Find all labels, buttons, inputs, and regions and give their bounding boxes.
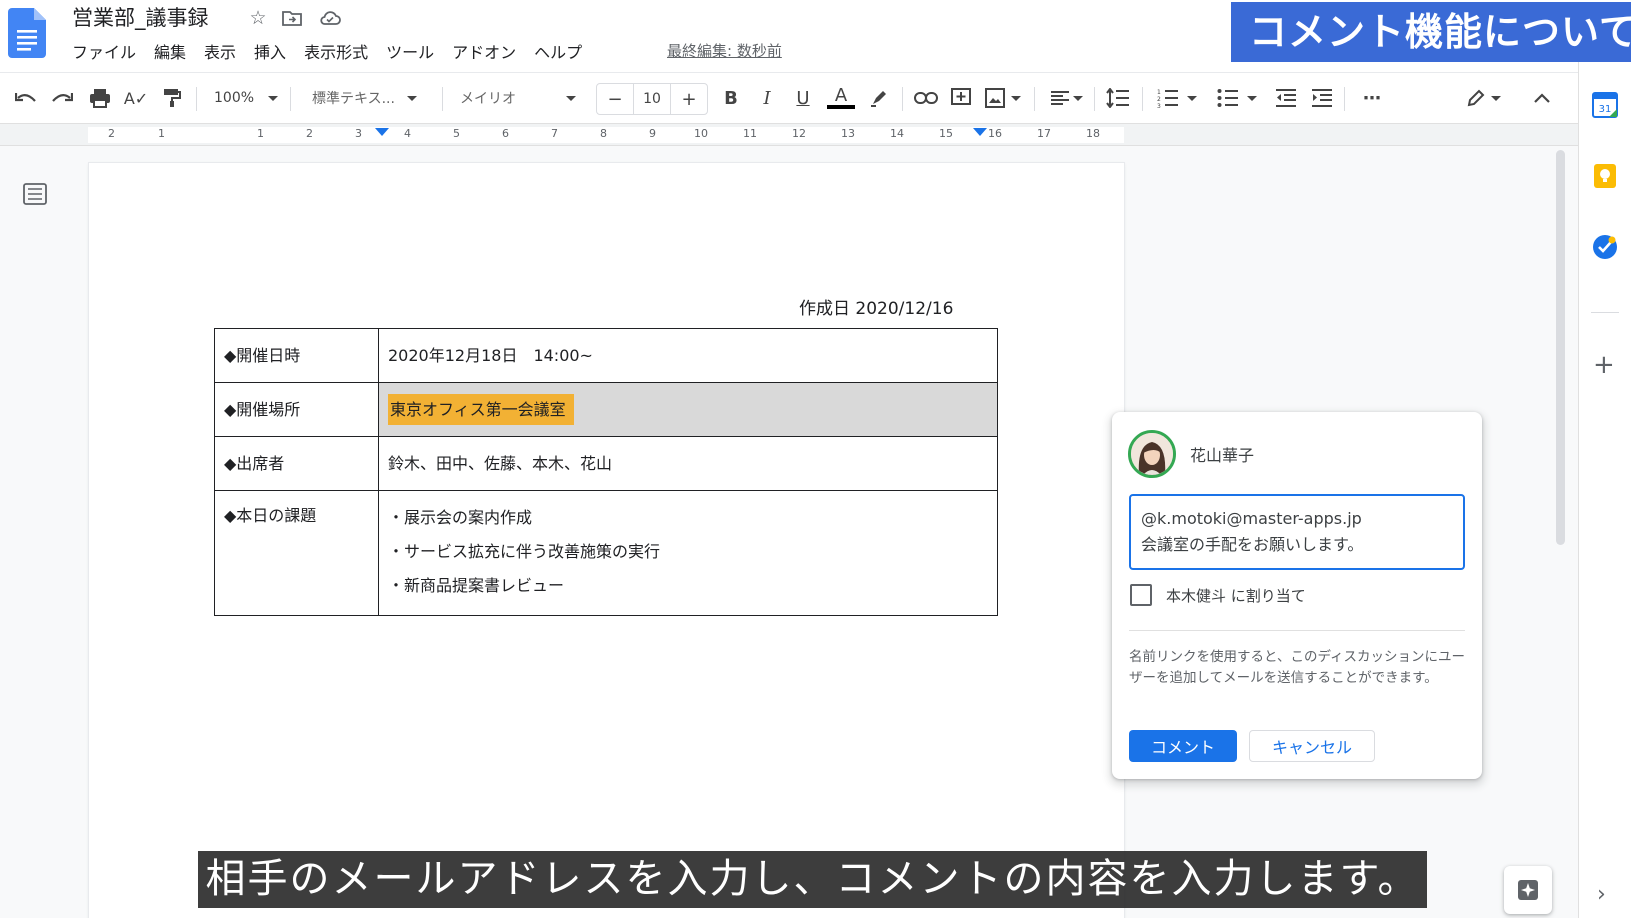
table-row: ◆出席者 鈴木、田中、佐藤、本木、花山 bbox=[214, 436, 998, 491]
font-size-input[interactable]: 10 bbox=[633, 84, 671, 114]
toolbar: A✓ 100% 標準テキス... メイリオ − 10 + B I U A 123 bbox=[0, 72, 1578, 124]
menu-tools[interactable]: ツール bbox=[377, 42, 443, 64]
ruler[interactable]: 2 1 1 2 3 4 5 6 7 8 9 10 11 12 13 14 15 … bbox=[0, 124, 1578, 146]
menu-format[interactable]: 表示形式 bbox=[295, 42, 377, 64]
move-folder-icon[interactable] bbox=[280, 6, 304, 30]
divider bbox=[1129, 630, 1465, 631]
comment-card: 花山華子 @k.motoki@master-apps.jp 会議室の手配をお願い… bbox=[1112, 412, 1482, 779]
menu-insert[interactable]: 挿入 bbox=[245, 42, 295, 64]
undo-icon[interactable] bbox=[12, 85, 40, 111]
vertical-scrollbar[interactable] bbox=[1556, 150, 1565, 545]
menu-help[interactable]: ヘルプ bbox=[525, 42, 591, 64]
row-label[interactable]: ◆開催場所 bbox=[214, 382, 379, 437]
star-icon[interactable]: ☆ bbox=[246, 6, 270, 30]
table-row: ◆本日の課題 ・展示会の案内作成 ・サービス拡充に伴う改善施策の実行 ・新商品提… bbox=[214, 490, 998, 616]
svg-text:2: 2 bbox=[1157, 96, 1161, 103]
decrease-font-size-button[interactable]: − bbox=[597, 89, 633, 110]
cancel-button[interactable]: キャンセル bbox=[1249, 730, 1375, 762]
bold-button[interactable]: B bbox=[718, 85, 744, 111]
row-value-selected[interactable]: 東京オフィス第一会議室 bbox=[378, 382, 998, 437]
zoom-select[interactable]: 100% bbox=[214, 85, 279, 111]
list-item[interactable]: ・新商品提案書レビュー bbox=[388, 569, 988, 603]
highlighted-text[interactable]: 東京オフィス第一会議室 bbox=[388, 394, 574, 425]
highlight-color-icon[interactable] bbox=[866, 85, 892, 111]
keep-icon[interactable] bbox=[1592, 163, 1618, 189]
hide-menus-chevron-up-icon[interactable] bbox=[1528, 85, 1556, 111]
increase-font-size-button[interactable]: + bbox=[671, 89, 707, 110]
left-indent-marker[interactable] bbox=[375, 128, 389, 136]
right-indent-marker[interactable] bbox=[973, 128, 987, 136]
print-icon[interactable] bbox=[86, 85, 114, 111]
more-options-icon[interactable]: ⋯ bbox=[1358, 85, 1386, 111]
insert-image-icon[interactable] bbox=[982, 85, 1024, 111]
row-label[interactable]: ◆本日の課題 bbox=[214, 490, 379, 616]
add-addon-plus-icon[interactable]: + bbox=[1593, 352, 1615, 378]
comment-author-name: 花山華子 bbox=[1190, 446, 1255, 465]
video-title-banner: コメント機能について bbox=[1231, 2, 1631, 62]
comment-text: 会議室の手配をお願いします。 bbox=[1141, 535, 1364, 554]
row-label[interactable]: ◆出席者 bbox=[214, 436, 379, 491]
increase-indent-icon[interactable] bbox=[1308, 85, 1336, 111]
cloud-status-icon[interactable] bbox=[318, 6, 342, 30]
underline-button[interactable]: U bbox=[790, 85, 816, 111]
creation-date: 作成日 2020/12/16 bbox=[799, 299, 954, 319]
row-value[interactable]: 2020年12月18日 14:00~ bbox=[378, 328, 998, 383]
line-spacing-icon[interactable] bbox=[1104, 85, 1132, 111]
explore-icon bbox=[1518, 880, 1538, 900]
side-panel: 31 + › bbox=[1578, 62, 1631, 918]
assign-checkbox[interactable] bbox=[1130, 584, 1152, 606]
editing-mode-icon[interactable] bbox=[1462, 85, 1506, 111]
svg-text:31: 31 bbox=[1599, 104, 1612, 115]
table-row: ◆開催場所 東京オフィス第一会議室 bbox=[214, 382, 998, 437]
app-header: 営業部_議事録 ☆ ファイル 編集 表示 挿入 表示形式 ツール アドオン ヘル… bbox=[0, 0, 1631, 72]
font-size-control: − 10 + bbox=[596, 83, 708, 115]
task-list[interactable]: ・展示会の案内作成 ・サービス拡充に伴う改善施策の実行 ・新商品提案書レビュー bbox=[378, 490, 998, 616]
add-comment-icon[interactable] bbox=[948, 85, 974, 111]
numbered-list-icon[interactable]: 123 bbox=[1152, 85, 1202, 111]
table-row: ◆開催日時 2020年12月18日 14:00~ bbox=[214, 328, 998, 383]
align-left-icon[interactable] bbox=[1046, 85, 1086, 111]
list-item[interactable]: ・サービス拡充に伴う改善施策の実行 bbox=[388, 535, 988, 569]
svg-text:1: 1 bbox=[1157, 89, 1161, 96]
spellcheck-icon[interactable]: A✓ bbox=[122, 85, 150, 111]
svg-text:3: 3 bbox=[1157, 103, 1161, 108]
document-title[interactable]: 営業部_議事録 bbox=[72, 2, 209, 32]
row-label[interactable]: ◆開催日時 bbox=[214, 328, 379, 383]
menu-file[interactable]: ファイル bbox=[72, 42, 145, 64]
expand-panel-chevron-icon[interactable]: › bbox=[1597, 882, 1606, 907]
tasks-icon[interactable] bbox=[1592, 234, 1618, 260]
last-edit-link[interactable]: 最終編集: 数秒前 bbox=[667, 40, 782, 62]
menu-view[interactable]: 表示 bbox=[195, 42, 245, 64]
menu-bar: ファイル 編集 表示 挿入 表示形式 ツール アドオン ヘルプ bbox=[72, 42, 591, 64]
row-value[interactable]: 鈴木、田中、佐藤、本木、花山 bbox=[378, 436, 998, 491]
comment-input[interactable]: @k.motoki@master-apps.jp 会議室の手配をお願いします。 bbox=[1129, 494, 1465, 570]
document-outline-icon[interactable] bbox=[23, 183, 47, 205]
assign-label[interactable]: 本木健斗 に割り当て bbox=[1166, 585, 1306, 606]
explore-button[interactable] bbox=[1504, 866, 1552, 914]
font-select[interactable]: メイリオ bbox=[460, 85, 576, 111]
comment-mention: @k.motoki@master-apps.jp bbox=[1141, 509, 1362, 528]
mention-help-text: 名前リンクを使用すると、このディスカッションにユーザーを追加してメールを送信する… bbox=[1129, 649, 1466, 686]
assign-option[interactable]: 本木健斗 に割り当て bbox=[1130, 584, 1306, 606]
submit-comment-button[interactable]: コメント bbox=[1129, 730, 1237, 762]
divider bbox=[1591, 312, 1619, 313]
bulleted-list-icon[interactable] bbox=[1212, 85, 1262, 111]
docs-logo-icon[interactable] bbox=[8, 8, 46, 58]
text-color-icon[interactable]: A bbox=[826, 85, 856, 111]
paint-format-icon[interactable] bbox=[158, 85, 186, 111]
redo-icon[interactable] bbox=[48, 85, 76, 111]
meeting-info-table: ◆開催日時 2020年12月18日 14:00~ ◆開催場所 東京オフィス第一会… bbox=[214, 328, 998, 616]
insert-link-icon[interactable] bbox=[912, 85, 940, 111]
video-subtitle: 相手のメールアドレスを入力し、コメントの内容を入力します。 bbox=[198, 851, 1427, 908]
avatar bbox=[1128, 430, 1176, 478]
menu-addons[interactable]: アドオン bbox=[443, 42, 525, 64]
decrease-indent-icon[interactable] bbox=[1272, 85, 1300, 111]
italic-button[interactable]: I bbox=[754, 85, 780, 111]
calendar-icon[interactable]: 31 bbox=[1592, 92, 1618, 118]
style-select[interactable]: 標準テキス... bbox=[312, 85, 417, 111]
menu-edit[interactable]: 編集 bbox=[145, 42, 195, 64]
list-item[interactable]: ・展示会の案内作成 bbox=[388, 501, 988, 535]
